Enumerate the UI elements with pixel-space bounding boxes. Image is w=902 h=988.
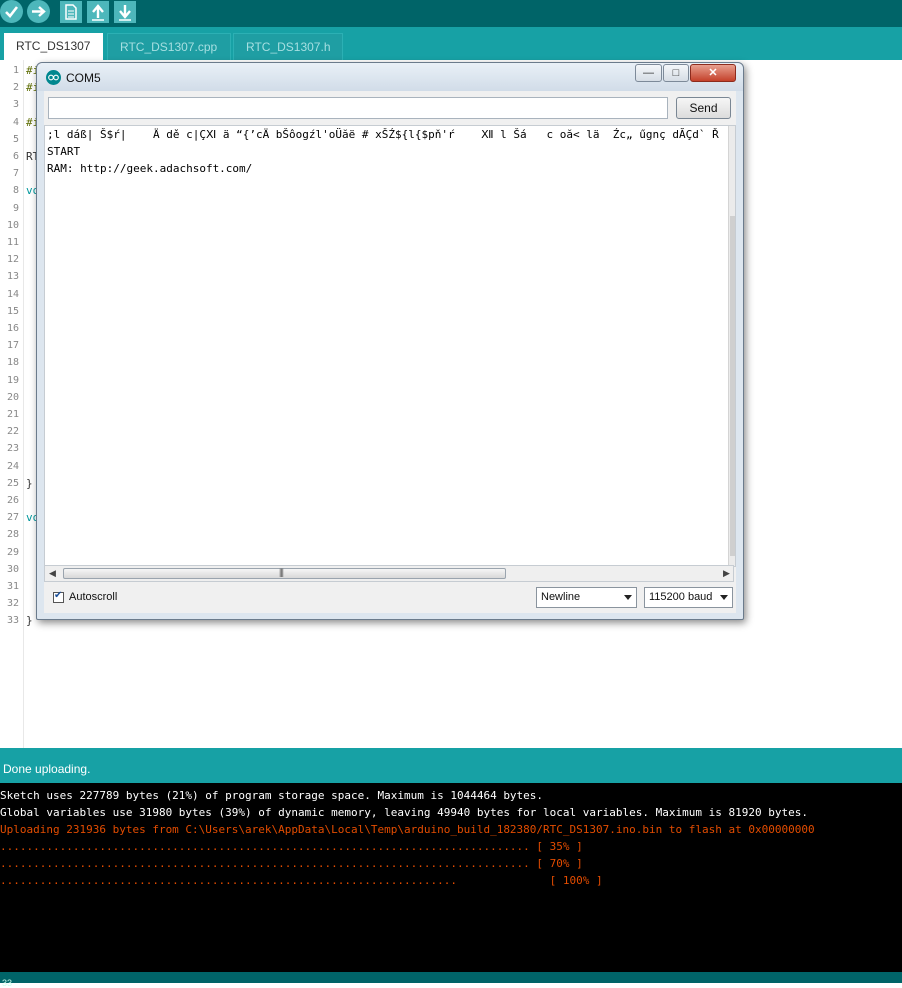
line-number: 16 <box>6 323 19 334</box>
serial-monitor-titlebar[interactable]: COM5 — □ ✕ <box>37 63 743 91</box>
line-number: 31 <box>6 581 19 592</box>
line-number: 22 <box>6 426 19 438</box>
line-number: 17 <box>6 340 19 352</box>
line-number: 19 <box>6 374 19 386</box>
tab-rtc-ds1307[interactable]: RTC_DS1307 <box>4 33 103 60</box>
line-number: 27 <box>6 512 19 524</box>
console-line: Sketch uses 227789 bytes (21%) of progra… <box>0 789 544 802</box>
line-number: 29 <box>6 546 19 558</box>
horizontal-scrollbar-thumb[interactable]: ||| <box>63 567 506 579</box>
line-number: 1 <box>12 65 19 76</box>
close-icon: ✕ <box>708 67 718 79</box>
arrow-up-icon <box>92 4 104 21</box>
chevron-down-icon <box>720 595 728 600</box>
serial-output-line: ;l dáß| Š$ŕ| Ä dě c|ÇⅪ ä “{’cÄ bŠôogźl'o… <box>47 128 736 141</box>
arrow-right-icon <box>32 6 46 17</box>
line-number: 6 <box>12 151 19 162</box>
tab-bar: RTC_DS1307 RTC_DS1307.cpp RTC_DS1307.h <box>0 27 902 60</box>
line-number: 7 <box>12 168 19 180</box>
scroll-left-icon[interactable]: ◀ <box>49 568 56 579</box>
line-ending-value: Newline <box>541 591 581 603</box>
new-button[interactable] <box>60 1 82 23</box>
line-number: 8 <box>12 185 19 197</box>
serial-output[interactable]: ;l dáß| Š$ŕ| Ä dě c|ÇⅪ ä “{’cÄ bŠôogźl'o… <box>44 125 736 567</box>
line-number: 4 <box>12 116 19 128</box>
close-button[interactable]: ✕ <box>690 64 736 82</box>
send-button[interactable]: Send <box>676 97 731 119</box>
console-line: Global variables use 31980 bytes (39%) o… <box>0 806 808 819</box>
serial-output-line: RAM: http://geek.adachsoft.com/ <box>47 162 253 175</box>
line-number: 28 <box>6 529 19 541</box>
line-number: 32 <box>6 598 19 610</box>
code-fragment: } <box>26 614 33 628</box>
arrow-down-icon <box>119 5 131 21</box>
autoscroll-checkbox[interactable]: ✔ <box>53 590 64 603</box>
console-line: ........................................… <box>0 857 583 870</box>
console-line: ........................................… <box>0 840 583 853</box>
console-line: ........................................… <box>0 874 603 887</box>
serial-input[interactable] <box>48 97 668 119</box>
scroll-right-icon[interactable]: ▶ <box>723 568 730 579</box>
line-indicator: 33 <box>2 978 13 988</box>
line-number: 20 <box>6 391 19 403</box>
line-number: 13 <box>6 271 19 283</box>
autoscroll-label: Autoscroll <box>69 591 118 603</box>
upload-button[interactable] <box>27 0 50 23</box>
baud-rate-value: 115200 baud <box>649 591 713 603</box>
line-number: 12 <box>6 254 19 266</box>
maximize-button[interactable]: □ <box>663 64 689 82</box>
line-number: 2 <box>12 82 19 94</box>
grip-icon: ||| <box>279 567 284 577</box>
line-number: 24 <box>6 460 19 472</box>
line-number: 30 <box>6 563 19 575</box>
line-number: 3 <box>12 99 19 111</box>
maximize-icon: □ <box>672 67 680 79</box>
tab-rtc-ds1307-cpp[interactable]: RTC_DS1307.cpp <box>107 33 231 60</box>
serial-monitor-window: COM5 — □ ✕ Send ;l dáß| Š$ŕ| Ä dě c|ÇⅪ ä… <box>36 62 744 620</box>
save-button[interactable] <box>114 1 136 23</box>
minimize-icon: — <box>643 67 654 79</box>
line-number: 18 <box>6 357 19 369</box>
line-number: 21 <box>6 409 19 420</box>
minimize-button[interactable]: — <box>635 64 662 82</box>
tab-rtc-ds1307-h[interactable]: RTC_DS1307.h <box>233 33 343 60</box>
status-message: Done uploading. <box>3 762 91 776</box>
chevron-down-icon <box>624 595 632 600</box>
vertical-scrollbar[interactable] <box>728 126 735 566</box>
console-output[interactable]: Sketch uses 227789 bytes (21%) of progra… <box>0 783 902 972</box>
line-number: 15 <box>6 305 19 317</box>
line-number: 9 <box>12 202 19 214</box>
line-number: 14 <box>6 288 19 300</box>
window-title: COM5 <box>66 71 101 85</box>
line-number: 11 <box>6 237 19 248</box>
line-number: 26 <box>6 495 19 506</box>
code-fragment: } <box>26 476 33 490</box>
line-number: 23 <box>6 443 19 455</box>
line-number-gutter: 1 2 3 4 5 6 7 8 9 10 11 12 13 14 15 16 17 18 19 20 21 22 23 24 2… <box>0 60 24 748</box>
check-icon: ✔ <box>54 590 63 601</box>
open-button[interactable] <box>87 1 109 23</box>
line-number: 33 <box>6 615 19 627</box>
line-number: 25 <box>6 477 19 489</box>
bottom-status-bar: 33 <box>0 972 902 988</box>
status-bar: Done uploading. <box>0 748 902 783</box>
horizontal-scrollbar[interactable]: ◀ ||| ▶ <box>44 565 734 582</box>
file-icon <box>65 4 77 20</box>
line-number: 5 <box>12 133 19 145</box>
verify-button[interactable] <box>0 0 23 23</box>
serial-output-line: START <box>47 145 81 158</box>
check-icon <box>5 6 19 18</box>
line-ending-select[interactable]: Newline <box>536 587 637 608</box>
vertical-scrollbar-thumb[interactable] <box>730 216 735 556</box>
serial-monitor-body: Send ;l dáß| Š$ŕ| Ä dě c|ÇⅪ ä “{’cÄ bŠôo… <box>44 91 736 613</box>
baud-rate-select[interactable]: 115200 baud <box>644 587 733 608</box>
toolbar <box>0 0 902 27</box>
line-number: 10 <box>6 219 19 231</box>
arduino-icon <box>46 70 61 85</box>
console-line: Uploading 231936 bytes from C:\Users\are… <box>0 823 815 836</box>
